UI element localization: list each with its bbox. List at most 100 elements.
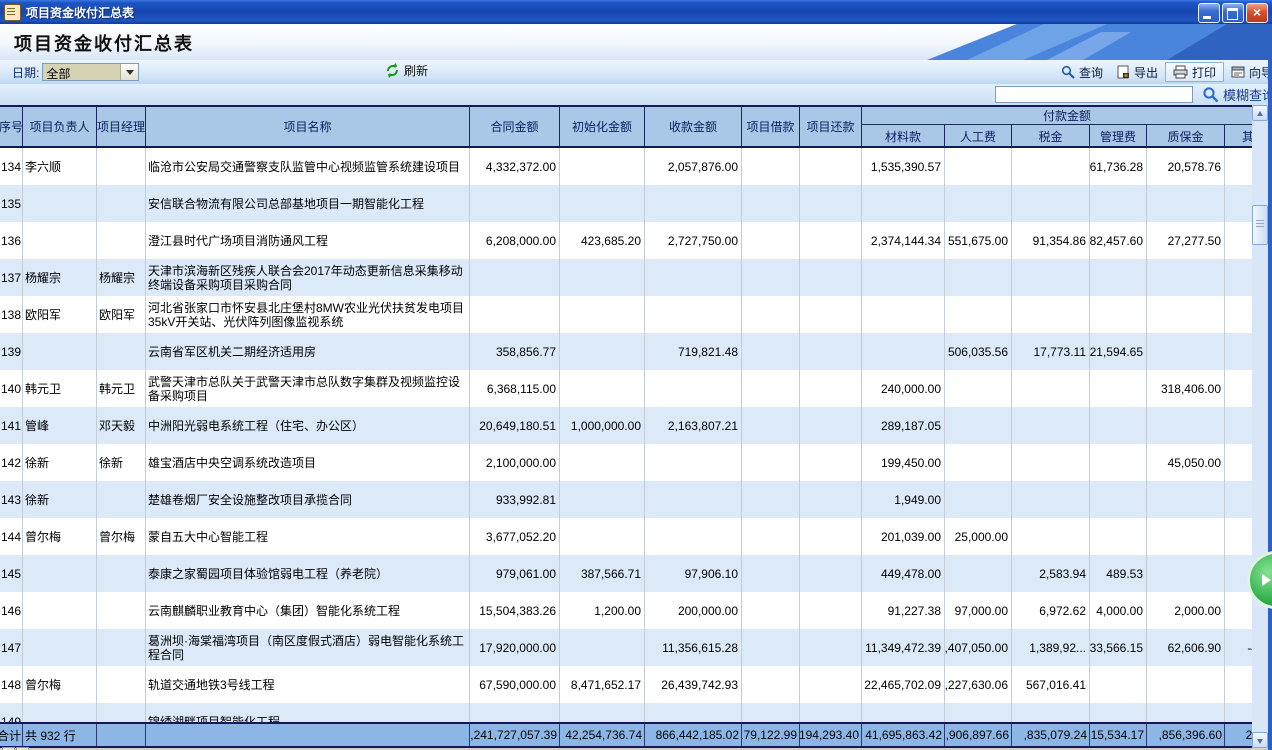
header-cell-receipt[interactable]: 收款金额	[645, 107, 742, 146]
cell-labor: 97,000.00	[945, 592, 1012, 629]
close-button[interactable]	[1246, 3, 1268, 23]
wizard-button[interactable]: 向导	[1224, 62, 1272, 82]
header-cell-seq[interactable]: 序号	[0, 107, 23, 146]
cell-material: 289,187.05	[862, 407, 945, 444]
date-label: 日期:	[12, 64, 39, 81]
cell-receipt	[645, 370, 742, 407]
header-cell-mgmt[interactable]: 管理费	[1090, 125, 1147, 147]
cell-manager	[97, 724, 146, 746]
fuzzy-search-button[interactable]: 模糊查询	[1202, 85, 1272, 104]
cell-labor	[945, 481, 1012, 518]
header-cell-init[interactable]: 初始化金额	[560, 107, 645, 146]
cell-loan: 179,122.99	[742, 724, 800, 746]
table-row[interactable]: 142徐新徐新雄宝酒店中央空调系统改造项目2,100,000.00199,450…	[0, 444, 1272, 481]
cell-material	[862, 703, 945, 722]
table-row[interactable]: 147葛洲坝·海棠福湾项目（南区度假式酒店）弱电智能化系统工程合同17,920,…	[0, 629, 1272, 666]
cell-repay	[800, 518, 862, 555]
scroll-thumb[interactable]	[1252, 205, 1268, 245]
header-cell-labor[interactable]: 人工费	[945, 125, 1012, 147]
print-label: 打印	[1192, 64, 1216, 81]
header-cell-manager[interactable]: 项目经理	[97, 107, 146, 146]
export-icon	[1117, 65, 1130, 79]
table-row[interactable]: 148曾尔梅轨道交通地铁3号线工程67,590,000.008,471,652.…	[0, 666, 1272, 703]
cell-seq: 142	[0, 444, 23, 481]
cell-quality	[1147, 296, 1225, 333]
date-select[interactable]: 全部	[42, 63, 139, 81]
minimize-button[interactable]	[1198, 3, 1220, 23]
cell-labor	[945, 703, 1012, 722]
cell-repay	[800, 148, 862, 185]
cell-material: 199,450.00	[862, 444, 945, 481]
header-cell-tax[interactable]: 税金	[1012, 125, 1090, 147]
cell-loan	[742, 259, 800, 296]
header-cell-name[interactable]: 项目名称	[146, 107, 470, 146]
cell-name: 安信联合物流有限公司总部基地项目一期智能化工程	[146, 185, 470, 222]
cell-name: 轨道交通地铁3号线工程	[146, 666, 470, 703]
table-row[interactable]: 134李六顺临沧市公安局交通警察支队监管中心视频监管系统建设项目4,332,37…	[0, 148, 1272, 185]
header-cell-owner[interactable]: 项目负责人	[23, 107, 97, 146]
table-row[interactable]: 140韩元卫韩元卫武警天津市总队关于武警天津市总队数字集群及视频监控设备采购项目…	[0, 370, 1272, 407]
header-cell-repay[interactable]: 项目还款	[800, 107, 862, 146]
date-select-value[interactable]: 全部	[43, 64, 120, 80]
cell-tax	[1012, 407, 1090, 444]
cell-contract: 358,856.77	[470, 333, 560, 370]
cell-contract: ,241,727,057.39	[470, 724, 560, 746]
cell-owner	[23, 592, 97, 629]
cell-init	[560, 481, 645, 518]
cell-init	[560, 444, 645, 481]
search-input[interactable]	[995, 86, 1193, 103]
table-row[interactable]: 143徐新楚雄卷烟厂安全设施整改项目承揽合同933,992.811,949.00	[0, 481, 1272, 518]
cell-mgmt	[1090, 444, 1147, 481]
query-button[interactable]: 查询	[1054, 62, 1110, 82]
cell-tax: 2,583.94	[1012, 555, 1090, 592]
cell-contract	[470, 185, 560, 222]
cell-tax: ,835,079.24	[1012, 724, 1090, 746]
maximize-button[interactable]	[1222, 3, 1244, 23]
header-cell-material[interactable]: 材料款	[862, 125, 945, 147]
cell-seq: 140	[0, 370, 23, 407]
cell-quality	[1147, 481, 1225, 518]
header-cell-loan[interactable]: 项目借款	[742, 107, 800, 146]
cell-tax	[1012, 703, 1090, 722]
cell-quality: 318,406.00	[1147, 370, 1225, 407]
cell-owner: 韩元卫	[23, 370, 97, 407]
cell-owner: 杨耀宗	[23, 259, 97, 296]
cell-init: 8,471,652.17	[560, 666, 645, 703]
table-row[interactable]: 137杨耀宗杨耀宗天津市滨海新区残疾人联合会2017年动态更新信息采集移动终端设…	[0, 259, 1272, 296]
cell-tax: 6,972.62	[1012, 592, 1090, 629]
scroll-down-button[interactable]	[1252, 732, 1268, 748]
table-row[interactable]: 138欧阳军欧阳军河北省张家口市怀安县北庄堡村8MW农业光伏扶贫发电项目35kV…	[0, 296, 1272, 333]
table-row[interactable]: 145泰康之家蜀园项目体验馆弱电工程（养老院）979,061.00387,566…	[0, 555, 1272, 592]
cell-receipt	[645, 259, 742, 296]
table-row[interactable]: 146云南麒麟职业教育中心（集团）智能化系统工程15,504,383.261,2…	[0, 592, 1272, 629]
scroll-up-button[interactable]	[1252, 105, 1268, 121]
query-label: 查询	[1079, 64, 1103, 81]
cell-labor: 25,000.00	[945, 518, 1012, 555]
table-row[interactable]: 136澄江县时代广场项目消防通风工程6,208,000.00423,685.20…	[0, 222, 1272, 259]
print-button[interactable]: 打印	[1165, 62, 1224, 82]
vertical-scrollbar[interactable]	[1252, 105, 1268, 748]
cell-labor	[945, 555, 1012, 592]
cell-labor	[945, 407, 1012, 444]
cell-repay	[800, 666, 862, 703]
cell-tax	[1012, 148, 1090, 185]
table-row[interactable]: 149锦绣湖畔项目智能化工程	[0, 703, 1272, 722]
header-cell-quality[interactable]: 质保金	[1147, 125, 1225, 147]
date-select-arrow-icon[interactable]	[120, 64, 138, 80]
header-cell-contract[interactable]: 合同金额	[470, 107, 560, 146]
table-row[interactable]: 141管峰邓天毅中洲阳光弱电系统工程（住宅、办公区）20,649,180.511…	[0, 407, 1272, 444]
cell-repay	[800, 407, 862, 444]
table-row[interactable]: 135安信联合物流有限公司总部基地项目一期智能化工程	[0, 185, 1272, 222]
cell-repay	[800, 629, 862, 666]
table-row[interactable]: 139云南省军区机关二期经济适用房358,856.77719,821.48506…	[0, 333, 1272, 370]
refresh-button[interactable]: 刷新	[385, 62, 428, 79]
cell-seq: 134	[0, 148, 23, 185]
cell-mgmt	[1090, 666, 1147, 703]
cell-manager	[97, 222, 146, 259]
cell-manager	[97, 185, 146, 222]
page-title: 项目资金收付汇总表	[14, 30, 194, 56]
cell-name: 楚雄卷烟厂安全设施整改项目承揽合同	[146, 481, 470, 518]
table-row[interactable]: 144曾尔梅曾尔梅蒙自五大中心智能工程3,677,052.20201,039.0…	[0, 518, 1272, 555]
cell-quality: 45,050.00	[1147, 444, 1225, 481]
export-button[interactable]: 导出	[1110, 62, 1165, 82]
